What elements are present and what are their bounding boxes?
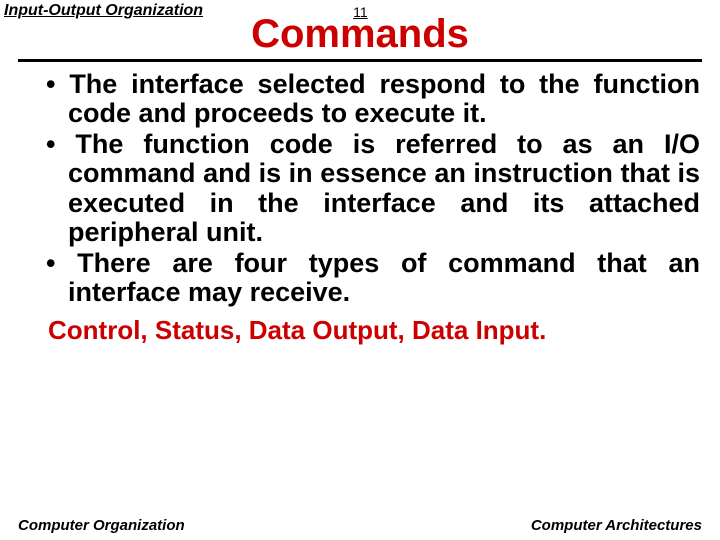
bullet-item: There are four types of command that an … [20, 249, 700, 307]
content-area: The interface selected respond to the fu… [0, 70, 720, 346]
title-underline [18, 59, 702, 62]
footer-left: Computer Organization [18, 517, 185, 534]
bullet-item: The function code is referred to as an I… [20, 130, 700, 247]
footer: Computer Organization Computer Architect… [0, 517, 720, 534]
footer-right: Computer Architectures [531, 517, 702, 534]
header-topic: Input-Output Organization [4, 2, 203, 20]
command-types: Control, Status, Data Output, Data Input… [20, 315, 700, 346]
bullet-item: The interface selected respond to the fu… [20, 70, 700, 128]
